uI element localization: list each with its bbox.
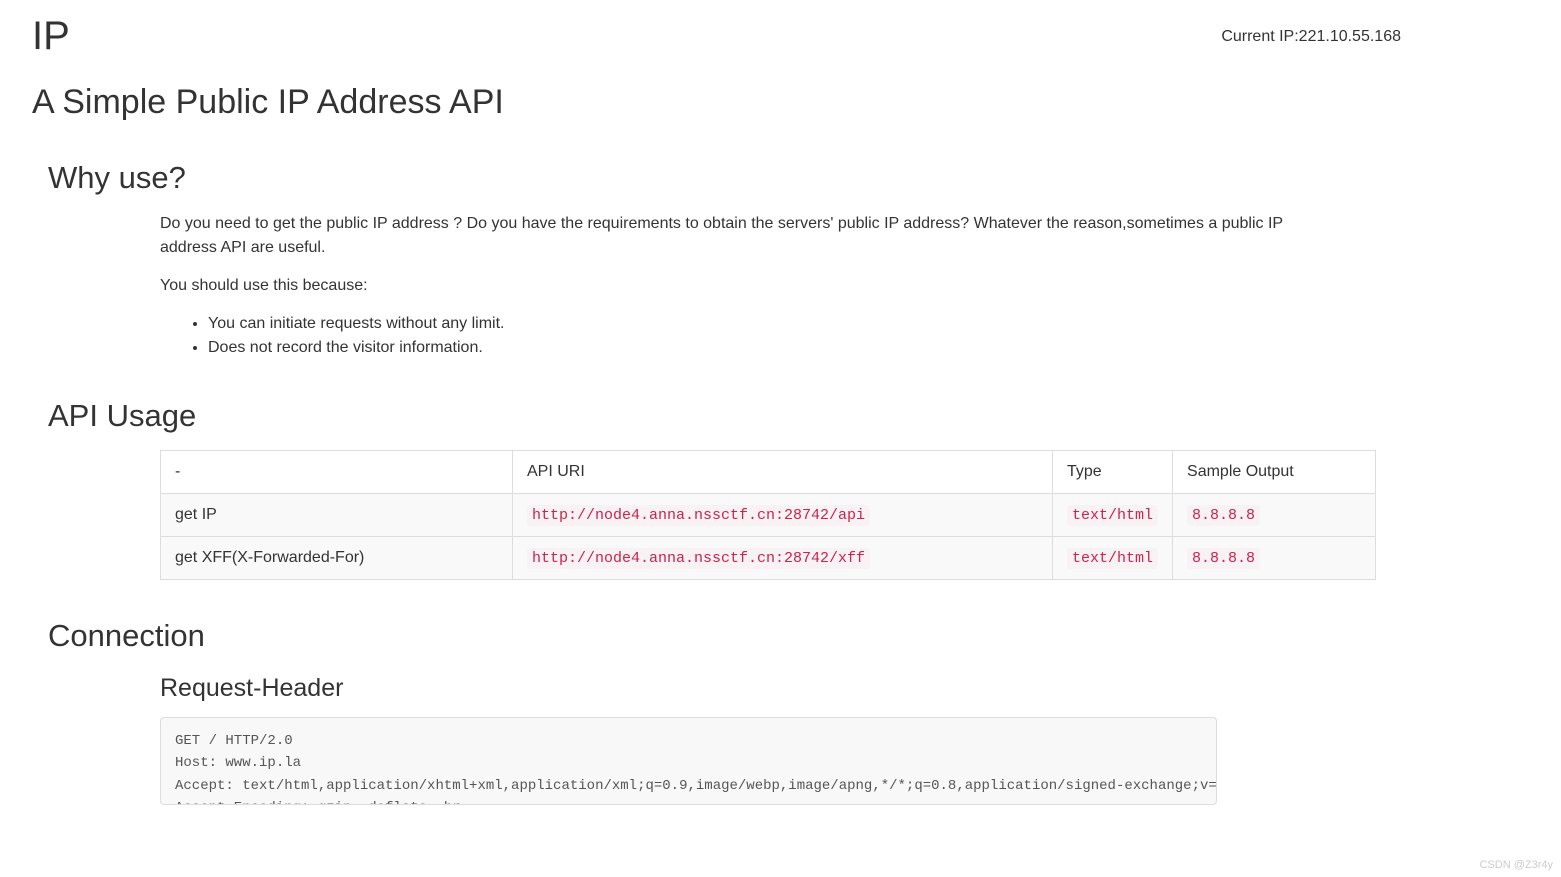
cell-sample: 8.8.8.8 — [1173, 537, 1376, 580]
why-use-section: Why use? Do you need to get the public I… — [0, 160, 1561, 360]
page-subtitle: A Simple Public IP Address API — [0, 59, 1561, 122]
list-item: You can initiate requests without any li… — [208, 312, 1333, 336]
request-header-block: GET / HTTP/2.0 Host: www.ip.la Accept: t… — [160, 717, 1217, 805]
col-type: Type — [1053, 451, 1173, 494]
cell-name: get IP — [161, 494, 513, 537]
connection-section: Connection Request-Header GET / HTTP/2.0… — [0, 618, 1561, 805]
why-use-p1: Do you need to get the public IP address… — [160, 212, 1333, 260]
api-usage-heading: API Usage — [48, 398, 1513, 434]
col-dash: - — [161, 451, 513, 494]
why-use-heading: Why use? — [48, 160, 1513, 196]
why-use-list: You can initiate requests without any li… — [160, 312, 1333, 360]
table-header-row: - API URI Type Sample Output — [161, 451, 1376, 494]
type-code: text/html — [1067, 505, 1158, 526]
cell-sample: 8.8.8.8 — [1173, 494, 1376, 537]
table-row: get XFF(X-Forwarded-For) http://node4.an… — [161, 537, 1376, 580]
page-header: IP Current IP:221.10.55.168 — [0, 0, 1561, 59]
api-uri-code[interactable]: http://node4.anna.nssctf.cn:28742/api — [527, 505, 870, 526]
cell-name: get XFF(X-Forwarded-For) — [161, 537, 513, 580]
connection-heading: Connection — [48, 618, 1513, 654]
watermark: CSDN @Z3r4y — [1479, 859, 1553, 871]
api-uri-code[interactable]: http://node4.anna.nssctf.cn:28742/xff — [527, 548, 870, 569]
type-code: text/html — [1067, 548, 1158, 569]
col-api-uri: API URI — [513, 451, 1053, 494]
cell-uri: http://node4.anna.nssctf.cn:28742/xff — [513, 537, 1053, 580]
why-use-content: Do you need to get the public IP address… — [48, 212, 1513, 360]
cell-type: text/html — [1053, 537, 1173, 580]
request-header-heading: Request-Header — [48, 674, 1513, 703]
table-row: get IP http://node4.anna.nssctf.cn:28742… — [161, 494, 1376, 537]
sample-code: 8.8.8.8 — [1187, 505, 1260, 526]
why-use-p2: You should use this because: — [160, 274, 1333, 298]
page-title: IP — [32, 14, 70, 59]
cell-type: text/html — [1053, 494, 1173, 537]
api-usage-section: API Usage - API URI Type Sample Output g… — [0, 398, 1561, 580]
cell-uri: http://node4.anna.nssctf.cn:28742/api — [513, 494, 1053, 537]
list-item: Does not record the visitor information. — [208, 336, 1333, 360]
sample-code: 8.8.8.8 — [1187, 548, 1260, 569]
api-usage-table: - API URI Type Sample Output get IP http… — [160, 450, 1376, 580]
col-sample-output: Sample Output — [1173, 451, 1376, 494]
current-ip-label: Current IP:221.10.55.168 — [1221, 28, 1529, 46]
